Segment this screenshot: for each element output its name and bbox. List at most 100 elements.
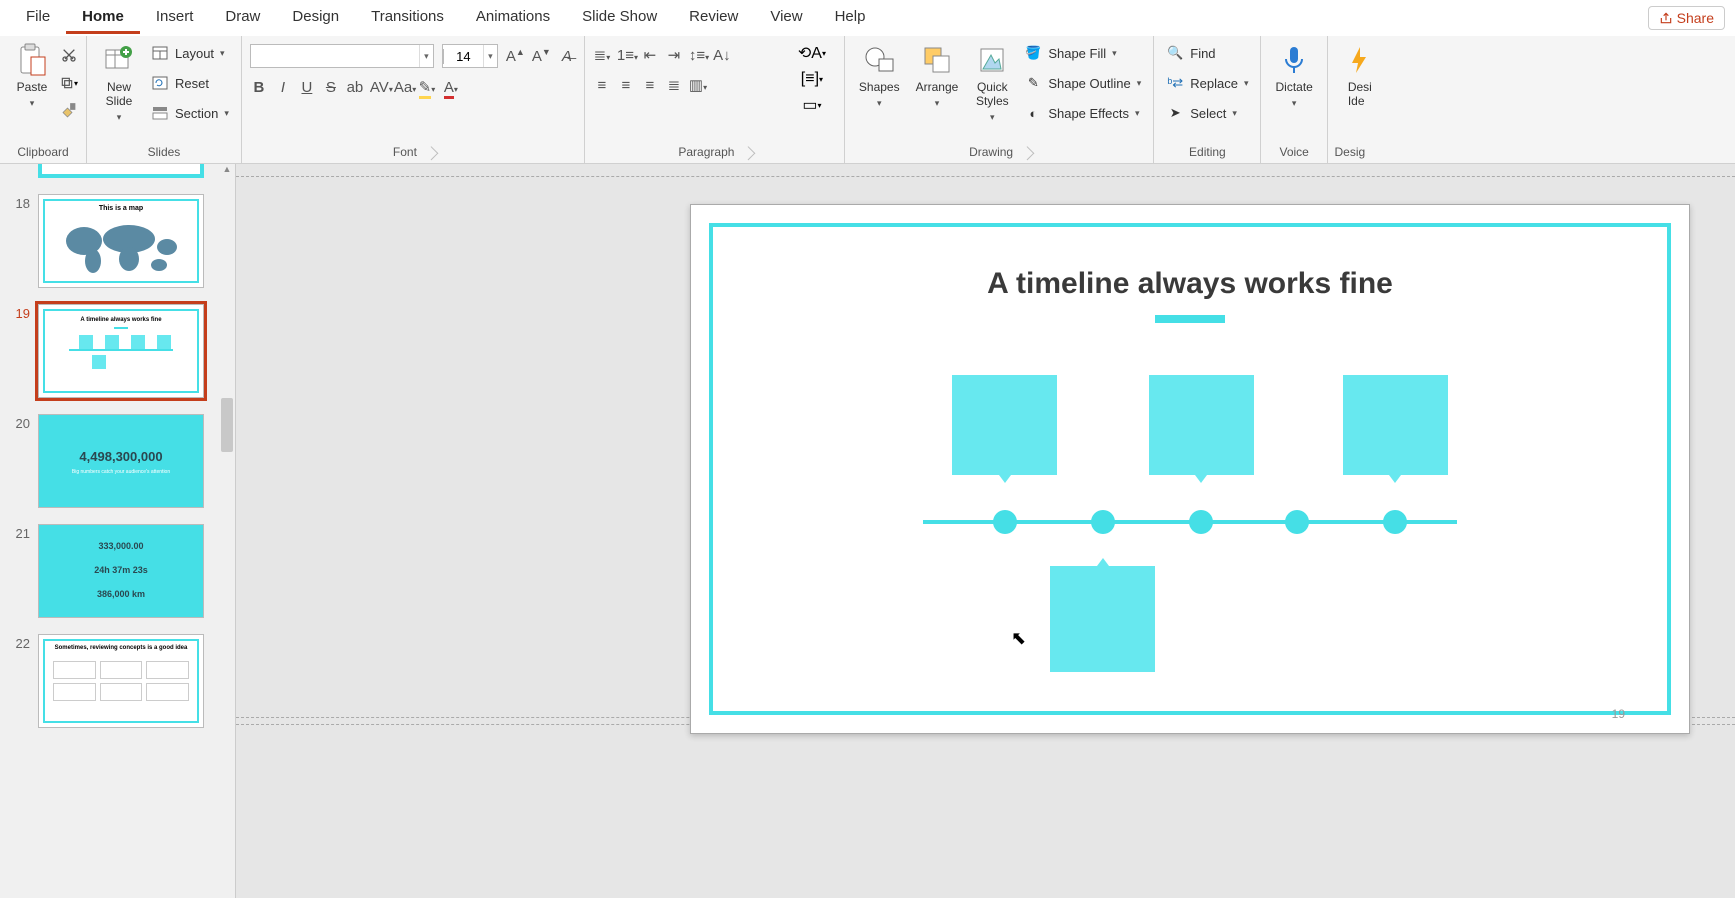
strike-icon[interactable]: S xyxy=(322,79,340,96)
quick-styles-label: Quick Styles xyxy=(976,80,1009,108)
tab-transitions[interactable]: Transitions xyxy=(355,2,460,34)
bullets-icon[interactable]: ≣ xyxy=(593,46,611,64)
timeline-callout-3[interactable] xyxy=(1343,375,1448,475)
tab-help[interactable]: Help xyxy=(819,2,882,34)
pen-icon: ✎ xyxy=(1024,74,1042,92)
tab-view[interactable]: View xyxy=(754,2,818,34)
thumb-22[interactable]: 22 Sometimes, reviewing concepts is a go… xyxy=(0,626,235,736)
tab-design[interactable]: Design xyxy=(276,2,355,34)
reset-label: Reset xyxy=(175,76,209,91)
timeline-callout-4[interactable] xyxy=(1050,566,1155,672)
increase-font-icon[interactable]: A▲ xyxy=(506,47,524,65)
highlight-icon[interactable]: ✎ xyxy=(418,78,436,96)
timeline-dot-5[interactable] xyxy=(1383,510,1407,534)
find-button[interactable]: 🔍Find xyxy=(1162,42,1219,64)
tab-insert[interactable]: Insert xyxy=(140,2,210,34)
underline-icon[interactable]: U xyxy=(298,79,316,96)
thumb-21[interactable]: 21 333,000.00 24h 37m 23s 386,000 km xyxy=(0,516,235,626)
font-size-combo[interactable]: ▾ xyxy=(442,44,498,68)
bold-icon[interactable]: B xyxy=(250,79,268,96)
arrange-button[interactable]: Arrange xyxy=(910,40,965,113)
line-spacing-icon[interactable]: ↕≡ xyxy=(689,47,707,64)
paragraph-dialog-launcher-icon[interactable] xyxy=(742,146,756,160)
group-clipboard: Paste Clipboard xyxy=(0,36,87,163)
quick-styles-button[interactable]: Quick Styles xyxy=(968,40,1016,127)
section-button[interactable]: Section xyxy=(147,102,233,124)
timeline-callout-2[interactable] xyxy=(1149,375,1254,475)
align-left-icon[interactable]: ≡ xyxy=(593,77,611,94)
justify-icon[interactable]: ≣ xyxy=(665,76,683,94)
smartart-icon[interactable]: ▭ xyxy=(803,96,821,114)
decrease-font-icon[interactable]: A▼ xyxy=(532,47,550,65)
clear-formatting-icon[interactable]: A̶ xyxy=(558,48,576,65)
align-right-icon[interactable]: ≡ xyxy=(641,77,659,94)
font-family-combo[interactable]: ▾ xyxy=(250,44,434,68)
current-slide[interactable]: A timeline always works fine 19 xyxy=(690,204,1690,734)
design-ideas-button[interactable]: Desi Ide xyxy=(1336,40,1372,112)
drawing-dialog-launcher-icon[interactable] xyxy=(1020,146,1034,160)
timeline-dot-4[interactable] xyxy=(1285,510,1309,534)
group-editing: 🔍Find ᵇ⇄Replace ➤Select Editing xyxy=(1154,36,1261,163)
layout-button[interactable]: Layout xyxy=(147,42,233,64)
thumb-18[interactable]: 18 This is a map xyxy=(0,186,235,296)
share-button[interactable]: Share xyxy=(1648,6,1725,30)
thumb-19[interactable]: 19 A timeline always works fine xyxy=(0,296,235,406)
font-family-caret-icon[interactable]: ▾ xyxy=(419,45,433,67)
mic-icon xyxy=(1278,44,1310,76)
columns-icon[interactable]: ▥ xyxy=(689,76,707,94)
quick-styles-icon xyxy=(976,44,1008,76)
slide-title[interactable]: A timeline always works fine xyxy=(713,267,1667,301)
align-center-icon[interactable]: ≡ xyxy=(617,77,635,94)
paste-button[interactable]: Paste xyxy=(8,40,56,113)
font-family-input[interactable] xyxy=(251,49,419,64)
tab-home[interactable]: Home xyxy=(66,2,140,34)
tab-draw[interactable]: Draw xyxy=(209,2,276,34)
clipboard-icon xyxy=(16,44,48,76)
italic-icon[interactable]: I xyxy=(274,79,292,96)
new-slide-label: New Slide xyxy=(106,80,133,108)
dictate-button[interactable]: Dictate xyxy=(1269,40,1318,113)
font-size-input[interactable] xyxy=(443,49,483,64)
thumb-22-preview: Sometimes, reviewing concepts is a good … xyxy=(38,634,204,728)
timeline-dot-2[interactable] xyxy=(1091,510,1115,534)
thumb-prev-partial[interactable] xyxy=(0,164,235,186)
scrollbar-handle[interactable] xyxy=(221,398,233,452)
thumb-20[interactable]: 20 4,498,300,000 Big numbers catch your … xyxy=(0,406,235,516)
shadow-icon[interactable]: ab xyxy=(346,79,364,96)
replace-button[interactable]: ᵇ⇄Replace xyxy=(1162,72,1252,94)
copy-icon[interactable] xyxy=(60,74,78,92)
increase-indent-icon[interactable]: ⇥ xyxy=(665,46,683,64)
new-slide-button[interactable]: New Slide xyxy=(95,40,143,127)
slide-canvas-area[interactable]: A timeline always works fine 19 ⬉ xyxy=(236,164,1735,898)
align-text-icon[interactable]: [≡] xyxy=(803,70,821,88)
world-map-icon xyxy=(59,221,183,277)
tab-file[interactable]: File xyxy=(10,2,66,34)
select-button[interactable]: ➤Select xyxy=(1162,102,1241,124)
shape-fill-button[interactable]: 🪣Shape Fill xyxy=(1020,42,1145,64)
numbering-icon[interactable]: 1≡ xyxy=(617,47,635,64)
timeline-dot-1[interactable] xyxy=(993,510,1017,534)
font-dialog-launcher-icon[interactable] xyxy=(424,146,438,160)
timeline-callout-1[interactable] xyxy=(952,375,1057,475)
slide-border: A timeline always works fine xyxy=(709,223,1671,715)
change-case-icon[interactable]: Aa xyxy=(394,79,412,96)
timeline-dot-3[interactable] xyxy=(1189,510,1213,534)
shape-outline-button[interactable]: ✎Shape Outline xyxy=(1020,72,1145,94)
font-size-caret-icon[interactable]: ▾ xyxy=(483,45,497,67)
format-painter-icon[interactable] xyxy=(60,102,78,120)
shapes-label: Shapes xyxy=(859,80,900,94)
sort-icon[interactable]: A↓ xyxy=(713,47,731,64)
cut-icon[interactable] xyxy=(60,46,78,64)
tab-slideshow[interactable]: Slide Show xyxy=(566,2,673,34)
text-direction-icon[interactable]: ⟲A xyxy=(803,44,821,62)
thumbnails-scrollbar[interactable]: ▲ xyxy=(219,164,235,898)
char-spacing-icon[interactable]: AV xyxy=(370,79,388,96)
group-drawing-label: Drawing xyxy=(853,143,1145,163)
tab-review[interactable]: Review xyxy=(673,2,754,34)
tab-animations[interactable]: Animations xyxy=(460,2,566,34)
reset-button[interactable]: Reset xyxy=(147,72,233,94)
shape-effects-button[interactable]: ◐Shape Effects xyxy=(1020,102,1145,124)
shapes-button[interactable]: Shapes xyxy=(853,40,906,113)
decrease-indent-icon[interactable]: ⇤ xyxy=(641,46,659,64)
font-color-icon[interactable]: A xyxy=(442,79,460,96)
